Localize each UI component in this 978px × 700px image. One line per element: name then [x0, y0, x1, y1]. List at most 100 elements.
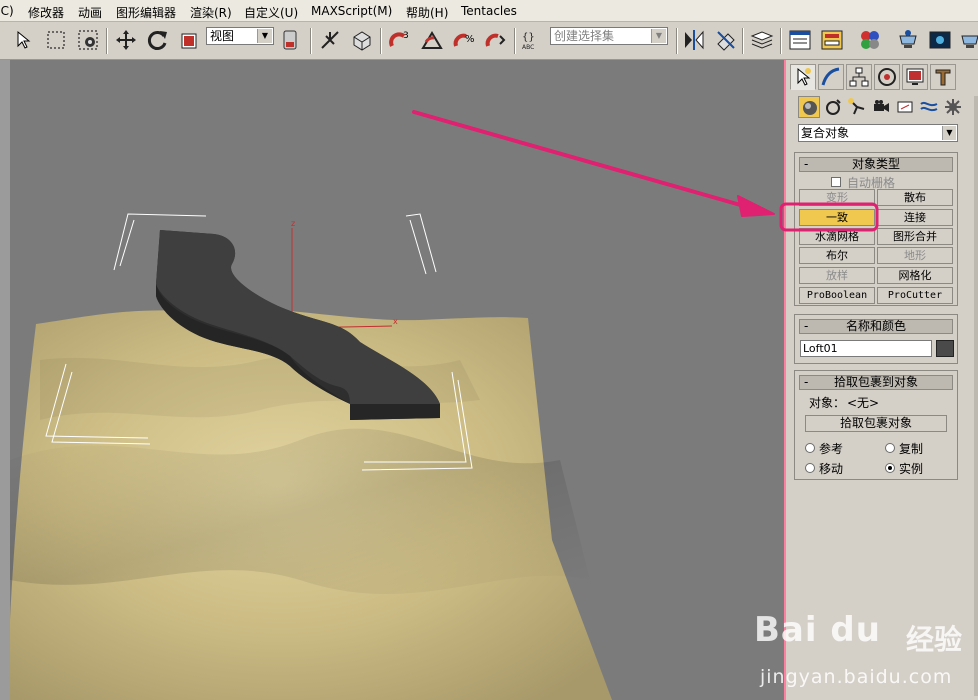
- menu-animation[interactable]: 动画: [78, 4, 102, 21]
- autogrid-checkbox[interactable]: [831, 177, 841, 187]
- motion-tab[interactable]: [874, 64, 900, 90]
- snap-toggle-icon[interactable]: 3: [388, 28, 412, 52]
- geometry-icon[interactable]: [798, 96, 820, 118]
- object-name-field[interactable]: Loft01: [800, 340, 932, 357]
- collapse-icon: -: [804, 319, 809, 333]
- named-selection-set-dropdown[interactable]: 创建选择集 ▼: [550, 27, 668, 45]
- menu-modifiers[interactable]: 修改器: [28, 4, 64, 21]
- scale-icon[interactable]: [178, 28, 202, 52]
- space-warps-icon[interactable]: [918, 96, 940, 118]
- named-selection-icon[interactable]: {} ABC: [520, 28, 544, 52]
- command-panel-scrollbar[interactable]: [974, 96, 978, 696]
- menu-customize[interactable]: 自定义(U): [244, 4, 298, 21]
- material-editor-icon[interactable]: [858, 28, 882, 52]
- svg-text:ABC: ABC: [522, 44, 534, 51]
- chevron-down-icon: ▼: [942, 126, 956, 140]
- spinner-snap-icon[interactable]: [484, 28, 508, 52]
- connect-button[interactable]: 连接: [877, 209, 953, 226]
- object-category-value: 复合对象: [801, 126, 850, 140]
- viewport-scene: x z: [10, 213, 612, 700]
- mesher-button[interactable]: 网格化: [877, 267, 953, 284]
- render-frame-icon[interactable]: [928, 28, 952, 52]
- shapes-icon[interactable]: [822, 96, 844, 118]
- menu-maxscript[interactable]: MAXScript(M): [311, 4, 392, 18]
- lights-icon[interactable]: [846, 96, 868, 118]
- procutter-button[interactable]: ProCutter: [877, 287, 953, 304]
- menu-create[interactable]: (C): [0, 4, 14, 18]
- quick-render-icon[interactable]: [958, 28, 978, 52]
- instance-radio-label: 实例: [899, 462, 924, 476]
- menu-rendering[interactable]: 渲染(R): [190, 4, 232, 21]
- wrap-object-label: 对象：: [809, 396, 846, 410]
- toolbar-separator: [742, 28, 744, 54]
- pivot-center-icon[interactable]: [280, 28, 304, 52]
- conform-button[interactable]: 一致: [799, 209, 875, 226]
- object-color-swatch[interactable]: [936, 340, 954, 357]
- object-type-title: 对象类型: [851, 157, 900, 171]
- select-region-icon[interactable]: [12, 28, 36, 52]
- svg-text:3: 3: [403, 31, 409, 41]
- percent-snap-icon[interactable]: %: [452, 28, 476, 52]
- toolbar-separator: [676, 28, 678, 54]
- move-radio[interactable]: [805, 463, 815, 473]
- collapse-icon: -: [804, 375, 809, 389]
- object-category-dropdown[interactable]: 复合对象 ▼: [798, 124, 958, 142]
- mirror-icon[interactable]: [682, 28, 706, 52]
- axis-label-x: x: [393, 317, 398, 326]
- pick-wrap-object-button[interactable]: 拾取包裹对象: [805, 415, 947, 432]
- toolbar-separator: [780, 28, 782, 54]
- collapse-icon: -: [804, 157, 809, 171]
- schematic-icon[interactable]: [820, 28, 844, 52]
- select-by-name-icon[interactable]: [44, 28, 68, 52]
- named-selection-placeholder: 创建选择集: [554, 29, 615, 43]
- pick-wrap-rollout: - 拾取包裹到对象 对象： <无> 拾取包裹对象 参考 复制 移动 实例: [794, 370, 958, 480]
- systems-icon[interactable]: [942, 96, 964, 118]
- modify-tab[interactable]: [818, 64, 844, 90]
- shapemerge-button[interactable]: 图形合并: [877, 228, 953, 245]
- selection-filter-icon[interactable]: [76, 28, 100, 52]
- reference-coordinate-value: 视图: [210, 29, 235, 43]
- name-color-rollout-header[interactable]: - 名称和颜色: [799, 319, 953, 334]
- perspective-viewport[interactable]: x z: [0, 60, 784, 700]
- display-tab[interactable]: [902, 64, 928, 90]
- create-tab[interactable]: [790, 64, 816, 90]
- morph-button[interactable]: 变形: [799, 189, 875, 206]
- menu-tentacles[interactable]: Tentacles: [461, 4, 517, 18]
- utilities-tab[interactable]: [930, 64, 956, 90]
- pick-wrap-rollout-header[interactable]: - 拾取包裹到对象: [799, 375, 953, 390]
- reference-radio-label: 参考: [819, 442, 844, 456]
- menu-graph-editors[interactable]: 图形编辑器: [116, 4, 176, 21]
- blobmesh-button[interactable]: 水滴网格: [799, 228, 875, 245]
- menu-help[interactable]: 帮助(H): [406, 4, 448, 21]
- helpers-icon[interactable]: [894, 96, 916, 118]
- rotate-icon[interactable]: [146, 28, 170, 52]
- svg-text:{}: {}: [522, 32, 535, 43]
- link-icon[interactable]: [318, 28, 342, 52]
- object-type-rollout-header[interactable]: - 对象类型: [799, 157, 953, 172]
- object-type-rollout: - 对象类型 自动栅格 变形 散布 一致 连接 水滴网格 图形合并 布尔 地形 …: [794, 152, 958, 306]
- toolbar-separator: [514, 28, 516, 54]
- command-panel: 复合对象 ▼ - 对象类型 自动栅格 变形 散布 一致 连接 水滴网格 图形合并…: [784, 60, 978, 700]
- layer-icon[interactable]: [750, 28, 774, 52]
- proboolean-button[interactable]: ProBoolean: [799, 287, 875, 304]
- toolbar-separator: [106, 28, 108, 54]
- bind-icon[interactable]: [350, 28, 374, 52]
- copy-radio-label: 复制: [899, 442, 924, 456]
- reference-radio[interactable]: [805, 443, 815, 453]
- align-icon[interactable]: [714, 28, 738, 52]
- loft-button[interactable]: 放样: [799, 267, 875, 284]
- boolean-button[interactable]: 布尔: [799, 247, 875, 264]
- hierarchy-tab[interactable]: [846, 64, 872, 90]
- instance-radio[interactable]: [885, 463, 895, 473]
- svg-text:%: %: [465, 34, 475, 45]
- scatter-button[interactable]: 散布: [877, 189, 953, 206]
- render-setup-icon[interactable]: [896, 28, 920, 52]
- angle-snap-icon[interactable]: [420, 28, 444, 52]
- reference-coordinate-dropdown[interactable]: 视图 ▼: [206, 27, 274, 45]
- copy-radio[interactable]: [885, 443, 895, 453]
- curve-editor-icon[interactable]: [788, 28, 812, 52]
- move-icon[interactable]: [114, 28, 138, 52]
- toolbar-separator: [310, 28, 312, 54]
- cameras-icon[interactable]: [870, 96, 892, 118]
- terrain-button[interactable]: 地形: [877, 247, 953, 264]
